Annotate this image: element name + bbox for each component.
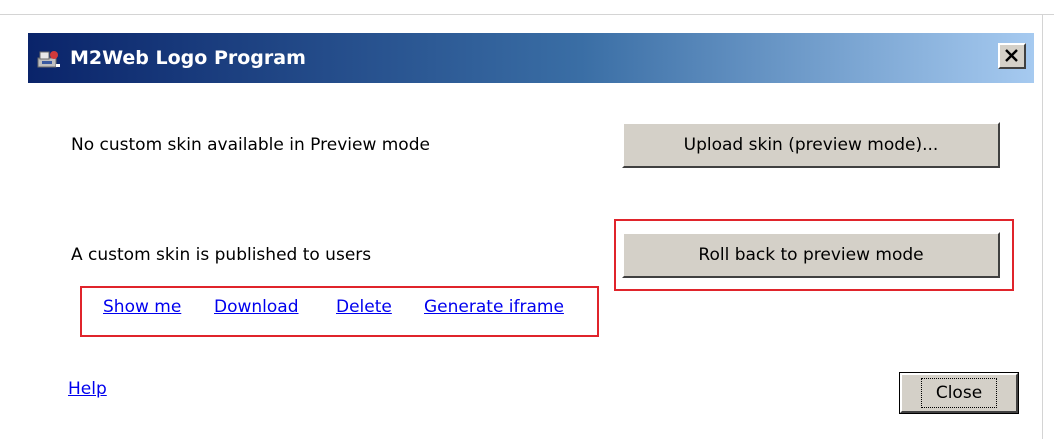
- published-status-text: A custom skin is published to users: [71, 245, 372, 265]
- app-icon: [37, 51, 60, 68]
- window-title: M2Web Logo Program: [70, 47, 306, 69]
- title-bar[interactable]: M2Web Logo Program: [28, 33, 1034, 83]
- rollback-button-label: Roll back to preview mode: [698, 245, 924, 265]
- close-button-label: Close: [920, 378, 998, 408]
- page: M2Web Logo Program No custom skin availa…: [0, 0, 1054, 439]
- rollback-button[interactable]: Roll back to preview mode: [622, 232, 1000, 278]
- dialog-window: M2Web Logo Program No custom skin availa…: [28, 33, 1034, 439]
- preview-status-text: No custom skin available in Preview mode: [71, 135, 430, 155]
- download-link[interactable]: Download: [214, 296, 299, 318]
- upload-skin-button-label: Upload skin (preview mode)...: [683, 135, 939, 155]
- window-close-button[interactable]: [998, 43, 1026, 69]
- divider-right: [1042, 14, 1043, 439]
- delete-link[interactable]: Delete: [336, 296, 392, 318]
- generate-iframe-link[interactable]: Generate iframe: [424, 296, 564, 318]
- upload-skin-button[interactable]: Upload skin (preview mode)...: [622, 122, 1000, 168]
- help-link[interactable]: Help: [68, 378, 107, 400]
- show-me-link[interactable]: Show me: [103, 296, 181, 318]
- close-button[interactable]: Close: [899, 372, 1019, 414]
- close-icon: [1005, 49, 1018, 62]
- divider-top: [0, 14, 1054, 15]
